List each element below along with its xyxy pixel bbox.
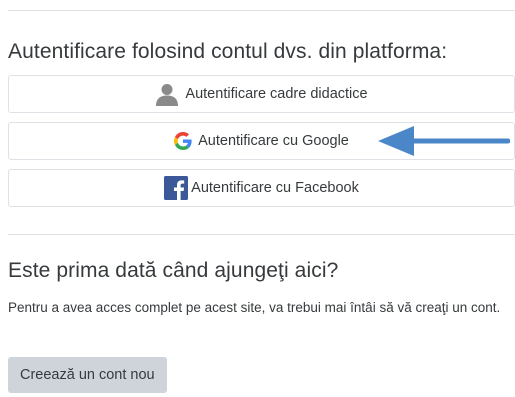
signup-section-title: Este prima dată când ajungeţi aici? xyxy=(8,259,339,282)
facebook-f-icon xyxy=(164,176,189,200)
create-account-button[interactable]: Creează un cont nou xyxy=(8,357,167,393)
facebook-login-label: Autentificare cu Facebook xyxy=(191,180,359,196)
middle-divider xyxy=(8,234,515,235)
google-login-label: Autentificare cu Google xyxy=(198,133,349,149)
top-divider xyxy=(8,10,515,11)
signup-info-text: Pentru a avea acces complet pe acest sit… xyxy=(8,300,501,315)
teacher-login-label: Autentificare cadre didactice xyxy=(185,86,368,102)
google-g-icon xyxy=(174,132,192,150)
login-section-title: Autentificare folosind contul dvs. din p… xyxy=(8,40,448,63)
user-silhouette-icon xyxy=(155,82,179,106)
teacher-login-button[interactable]: Autentificare cadre didactice xyxy=(8,75,515,113)
facebook-login-button[interactable]: Autentificare cu Facebook xyxy=(8,169,515,207)
blue-arrow-annotation xyxy=(378,126,510,156)
